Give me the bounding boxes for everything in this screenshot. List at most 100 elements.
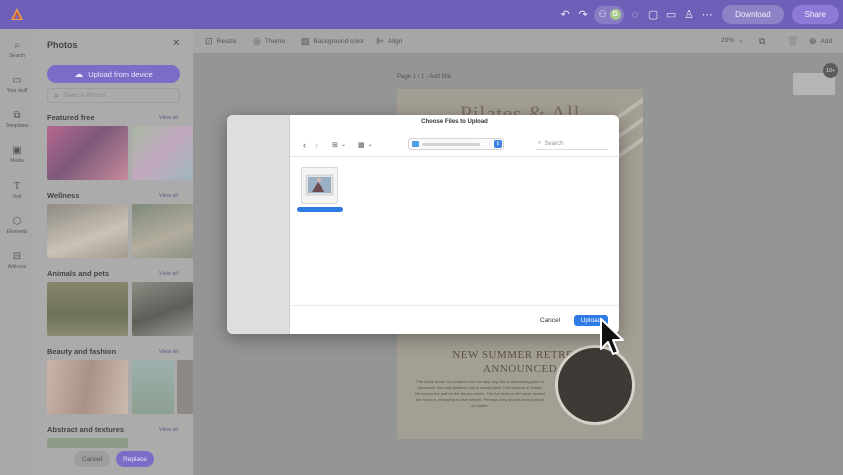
editor-toolbar: ⊡ Resize ◎ Theme ▨ Background color ⊫ Al… — [193, 29, 843, 53]
person-icon[interactable]: ♙ — [680, 6, 698, 24]
app-logo-icon[interactable] — [10, 7, 24, 21]
topbar-actions: ↶ ↷ ⚇ G ◌ ▢ ▭ ♙ ⋯ Download Share — [556, 0, 843, 29]
upload-from-device-button[interactable]: ☁ Upload from device — [47, 65, 180, 83]
view-all-link[interactable]: View all — [159, 349, 178, 355]
location-select[interactable]: ⇕ — [408, 138, 504, 150]
search-icon: ⌕ — [538, 140, 542, 146]
forward-icon[interactable]: › — [315, 140, 318, 150]
photo-thumbnail[interactable] — [47, 204, 128, 258]
share-button[interactable]: Share — [791, 5, 839, 24]
close-icon[interactable]: ✕ — [172, 38, 180, 49]
zoom-select[interactable]: 20% ⌄ — [721, 36, 743, 45]
view-all-link[interactable]: View all — [159, 115, 178, 121]
background-color-button[interactable]: ▨ Background color — [301, 36, 364, 47]
page-body-text[interactable]: The quick brown fox jumped over the lazy… — [415, 379, 545, 409]
top-bar: ↶ ↷ ⚇ G ◌ ▢ ▭ ♙ ⋯ Download Share — [0, 0, 843, 29]
text-icon: T — [13, 181, 21, 192]
rail-item-elements[interactable]: ⬡ Elements — [0, 215, 34, 247]
view-mode-button[interactable]: ⊞ ⌄ — [332, 139, 346, 150]
photo-thumbnail[interactable] — [132, 282, 193, 336]
back-icon[interactable]: ‹ — [303, 140, 306, 150]
collaborators[interactable]: ⚇ G — [594, 5, 625, 24]
left-rail: ⌕ Search ▭ Your stuff ⧉ Templates ▣ Medi… — [0, 29, 34, 475]
rail-item-templates[interactable]: ⧉ Templates — [0, 109, 34, 141]
tool-label: Background color — [313, 38, 365, 45]
section-title-featured: Featured free — [47, 113, 95, 122]
rail-item-text[interactable]: T Text — [0, 180, 34, 212]
redo-icon[interactable]: ↷ — [574, 6, 592, 24]
search-icon: ⌕ — [14, 40, 20, 51]
tool-label: Add — [820, 38, 833, 45]
comment-icon[interactable]: ▭ — [662, 6, 680, 24]
theme-icon: ◎ — [253, 36, 261, 46]
file-upload-dialog: Choose Files to Upload ‹ › ⊞ ⌄ ▦ ⌄ ⇕ ⌕ S… — [227, 115, 619, 334]
page-label[interactable]: Page 1 / 1 - Add title — [397, 74, 451, 80]
templates-icon: ⧉ — [13, 110, 21, 121]
view-all-link[interactable]: View all — [159, 271, 178, 277]
panel-title: Photos — [47, 40, 78, 50]
search-placeholder: Search Photos — [63, 92, 107, 99]
theme-button[interactable]: ◎ Theme — [253, 36, 285, 47]
dialog-sidebar — [227, 115, 290, 334]
rail-item-your-stuff[interactable]: ▭ Your stuff — [0, 74, 34, 106]
chevron-down-icon: ⌄ — [340, 142, 346, 148]
updown-chevron-icon: ⇕ — [494, 140, 502, 148]
circle-photo[interactable] — [555, 345, 635, 425]
delete-icon[interactable]: 🗑 — [787, 36, 798, 47]
tool-label: Theme — [264, 38, 286, 45]
section-title-abstract: Abstract and textures — [47, 425, 125, 434]
view-all-link[interactable]: View all — [159, 427, 178, 433]
section-title-beauty: Beauty and fashion — [47, 347, 117, 356]
photo-thumbnail[interactable] — [132, 126, 193, 180]
upload-button-label: Upload from device — [88, 69, 153, 79]
plus-circle-icon: ⊕ — [809, 36, 817, 46]
pages-icon[interactable]: ⧉ — [759, 36, 765, 47]
view-all-link[interactable]: View all — [159, 193, 178, 199]
media-icon: ▣ — [12, 145, 22, 156]
selected-file-name[interactable] — [297, 207, 343, 212]
section-title-wellness: Wellness — [47, 191, 80, 200]
mouse-pointer-icon — [600, 318, 624, 355]
align-button[interactable]: ⊫ Align — [376, 36, 402, 47]
upload-cloud-icon: ☁ — [74, 68, 84, 79]
replace-button[interactable]: Replace — [116, 451, 154, 467]
chevron-down-icon: ⌄ — [367, 142, 373, 148]
lock-icon[interactable]: ▢ — [644, 6, 662, 24]
photo-thumbnail[interactable] — [47, 438, 128, 448]
rail-item-media[interactable]: ▣ Media — [0, 144, 34, 176]
dialog-cancel-button[interactable]: Cancel — [535, 315, 565, 326]
more-icon[interactable]: ⋯ — [698, 6, 716, 24]
section-title-animals: Animals and pets — [47, 269, 110, 278]
lightbulb-icon[interactable]: ◌ — [626, 6, 644, 24]
search-icon: ⌕ — [54, 90, 59, 100]
rail-item-search[interactable]: ⌕ Search — [0, 39, 34, 71]
photo-thumbnail[interactable] — [47, 360, 128, 414]
dialog-search-input[interactable]: ⌕ Search — [536, 138, 608, 150]
page-count-badge: 10+ — [823, 63, 838, 78]
user-icon: ⚇ — [598, 9, 607, 19]
rail-label: Your stuff — [6, 88, 28, 94]
photo-thumbnail[interactable] — [177, 360, 193, 414]
tool-label: Resize — [216, 38, 237, 45]
undo-icon[interactable]: ↶ — [556, 6, 574, 24]
resize-icon: ⊡ — [205, 36, 213, 46]
rail-label: Text — [12, 194, 22, 200]
search-input[interactable]: ⌕ Search Photos — [47, 88, 180, 103]
group-button[interactable]: ▦ ⌄ — [358, 139, 373, 150]
rail-item-addons[interactable]: ⊟ Add-ons — [0, 250, 34, 282]
photo-thumbnail[interactable] — [47, 126, 128, 180]
dialog-title: Choose Files to Upload — [421, 119, 488, 125]
file-thumbnail[interactable] — [301, 167, 338, 204]
folder-icon — [412, 141, 419, 147]
panel-cancel-button[interactable]: Cancel — [74, 451, 110, 467]
photo-thumbnail[interactable] — [132, 204, 193, 258]
add-button[interactable]: ⊕ Add — [809, 36, 832, 47]
download-button[interactable]: Download — [722, 5, 784, 24]
photo-thumbnail[interactable] — [47, 282, 128, 336]
resize-button[interactable]: ⊡ Resize — [205, 36, 236, 47]
zoom-value: 20% — [721, 36, 735, 44]
photo-thumbnail[interactable] — [132, 360, 174, 414]
image-file-icon — [305, 174, 334, 196]
elements-icon: ⬡ — [12, 216, 22, 227]
rail-label: Media — [10, 158, 24, 164]
